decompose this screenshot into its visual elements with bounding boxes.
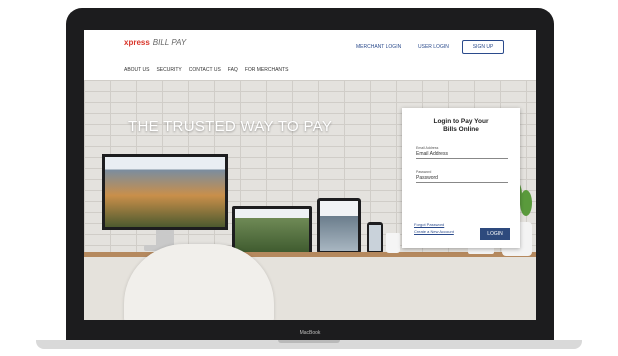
user-login-link[interactable]: USER LOGIN bbox=[418, 44, 449, 50]
phone-device-image bbox=[367, 222, 383, 254]
merchant-login-link[interactable]: MERCHANT LOGIN bbox=[356, 44, 401, 50]
password-label: Password bbox=[416, 170, 432, 174]
monitor-stand bbox=[156, 230, 174, 246]
plant-leaf-icon bbox=[520, 190, 532, 216]
forgot-password-link[interactable]: Forgot Password bbox=[414, 222, 444, 227]
laptop-device-image bbox=[232, 206, 312, 256]
main-nav: ABOUT US SECURITY CONTACT US FAQ FOR MER… bbox=[124, 67, 288, 73]
nav-item-security[interactable]: SECURITY bbox=[156, 67, 181, 73]
site-header: xpress BILL PAY MERCHANT LOGIN USER LOGIN… bbox=[84, 30, 536, 80]
login-button[interactable]: LOGIN bbox=[480, 228, 510, 240]
sign-up-button[interactable]: SIGN UP bbox=[462, 40, 504, 54]
login-title-line2: Bills Online bbox=[443, 126, 479, 133]
site-logo[interactable]: xpress BILL PAY bbox=[124, 38, 186, 47]
desktop-monitor-image bbox=[102, 154, 228, 230]
nav-item-for-merchants[interactable]: FOR MERCHANTS bbox=[245, 67, 289, 73]
nav-item-about-us[interactable]: ABOUT US bbox=[124, 67, 149, 73]
login-card-title: Login to Pay Your Bills Online bbox=[402, 118, 520, 134]
logo-sub-text: BILL PAY bbox=[152, 38, 187, 47]
login-card: Login to Pay Your Bills Online Email Add… bbox=[402, 108, 520, 248]
laptop-hinge-notch bbox=[278, 340, 340, 343]
email-label: Email Address bbox=[416, 146, 439, 150]
nav-item-faq[interactable]: FAQ bbox=[228, 67, 238, 73]
tablet-device-image bbox=[317, 198, 361, 254]
email-field[interactable]: Email Address bbox=[416, 151, 508, 159]
login-title-line1: Login to Pay Your bbox=[433, 118, 489, 125]
laptop-screen: xpress BILL PAY MERCHANT LOGIN USER LOGIN… bbox=[84, 30, 536, 320]
create-account-link[interactable]: Create a New Account bbox=[414, 229, 454, 234]
coffee-mug-image bbox=[386, 233, 400, 253]
laptop-brand-label: MacBook bbox=[299, 330, 321, 336]
hero-headline: THE TRUSTED WAY TO PAY bbox=[128, 118, 333, 135]
logo-main-text: xpress bbox=[124, 38, 150, 47]
nav-item-contact-us[interactable]: CONTACT US bbox=[189, 67, 221, 73]
password-field[interactable]: Password bbox=[416, 175, 508, 183]
